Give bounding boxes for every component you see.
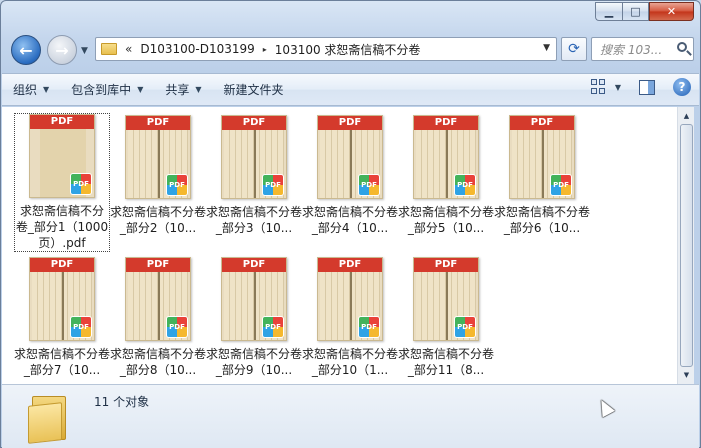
pdf-app-icon: PDF: [454, 316, 476, 338]
file-name: 求恕斋信稿不分卷_部分11（8...: [398, 347, 495, 377]
include-in-library-label: 包含到库中: [71, 83, 132, 97]
preview-pane-icon[interactable]: [639, 79, 655, 95]
pdf-thumbnail: PDF PDF: [221, 115, 287, 199]
scroll-down-arrow-icon[interactable]: ▼: [679, 367, 694, 383]
new-folder-button[interactable]: 新建文件夹: [213, 77, 295, 103]
file-item[interactable]: PDF PDF 求恕斋信稿不分卷_部分2（10...: [110, 115, 206, 236]
pdf-app-icon: PDF: [262, 174, 284, 196]
pdf-app-icon: PDF: [262, 316, 284, 338]
command-toolbar: 组织 ▼ 包含到库中 ▼ 共享 ▼ 新建文件夹 ▼ ?: [2, 73, 699, 106]
pdf-thumbnail: PDF PDF: [413, 257, 479, 341]
pdf-app-icon: PDF: [358, 316, 380, 338]
pdf-app-icon: PDF: [70, 173, 92, 195]
breadcrumb-current[interactable]: 103100 求恕斋信稿不分卷: [275, 41, 421, 58]
breadcrumb-parent[interactable]: D103100-D103199: [140, 42, 254, 56]
search-placeholder: 搜索 103...: [600, 42, 663, 57]
address-dropdown-icon[interactable]: ▼: [543, 43, 550, 53]
file-name: 求恕斋信稿不分卷_部分2（10...: [110, 205, 207, 235]
include-in-library-menu[interactable]: 包含到库中 ▼: [60, 77, 154, 103]
file-list-area[interactable]: PDF PDF 求恕斋信稿不分卷_部分1（1000页）.pdf PDF PDF …: [2, 107, 677, 384]
item-count: 11 个对象: [94, 395, 150, 409]
close-button[interactable]: ✕: [649, 2, 694, 21]
forward-button[interactable]: →: [47, 35, 77, 65]
pdf-thumbnail: PDF PDF: [413, 115, 479, 199]
caption-buttons: ▁ □ ✕: [595, 2, 694, 21]
file-item[interactable]: PDF PDF 求恕斋信稿不分卷_部分4（10...: [302, 115, 398, 236]
file-item[interactable]: PDF PDF 求恕斋信稿不分卷_部分8（10...: [110, 257, 206, 378]
file-name: 求恕斋信稿不分卷_部分1（1000页）.pdf: [15, 204, 109, 250]
maximize-button[interactable]: □: [622, 2, 649, 21]
chevron-down-icon: ▼: [195, 85, 202, 94]
pdf-thumbnail: PDF PDF: [317, 257, 383, 341]
toolbar-right-group: ▼ ?: [590, 78, 691, 96]
file-name: 求恕斋信稿不分卷_部分5（10...: [398, 205, 495, 235]
view-options-dropdown[interactable]: ▼: [615, 83, 621, 92]
pdf-app-icon: PDF: [454, 174, 476, 196]
back-button[interactable]: ←: [11, 35, 41, 65]
organize-menu[interactable]: 组织 ▼: [2, 77, 60, 103]
organize-label: 组织: [13, 83, 38, 97]
pdf-thumbnail: PDF PDF: [509, 115, 575, 199]
pdf-thumbnail: PDF PDF: [29, 114, 95, 198]
vertical-scrollbar[interactable]: ▲ ▼: [677, 107, 694, 384]
chevron-down-icon: ▼: [137, 85, 144, 94]
pdf-thumbnail: PDF PDF: [221, 257, 287, 341]
search-input[interactable]: 搜索 103...: [591, 37, 694, 61]
file-name: 求恕斋信稿不分卷_部分7（10...: [14, 347, 111, 377]
file-name: 求恕斋信稿不分卷_部分9（10...: [206, 347, 303, 377]
file-item[interactable]: PDF PDF 求恕斋信稿不分卷_部分11（8...: [398, 257, 494, 378]
pdf-app-icon: PDF: [358, 174, 380, 196]
recent-pages-dropdown[interactable]: ▼: [81, 46, 88, 56]
pdf-app-icon: PDF: [550, 174, 572, 196]
file-name: 求恕斋信稿不分卷_部分4（10...: [302, 205, 399, 235]
file-item[interactable]: PDF PDF 求恕斋信稿不分卷_部分5（10...: [398, 115, 494, 236]
file-name: 求恕斋信稿不分卷_部分8（10...: [110, 347, 207, 377]
pdf-thumbnail: PDF PDF: [125, 257, 191, 341]
change-view-icon[interactable]: [590, 79, 611, 95]
file-item[interactable]: PDF PDF 求恕斋信稿不分卷_部分7（10...: [14, 257, 110, 378]
explorer-window: ▁ □ ✕ ← → ▼ « D103100-D103199 ▸ 103100 求…: [0, 0, 701, 448]
details-pane: 11 个对象: [2, 384, 699, 448]
file-item[interactable]: PDF PDF 求恕斋信稿不分卷_部分6（10...: [494, 115, 590, 236]
search-icon[interactable]: [677, 42, 687, 52]
file-item[interactable]: PDF PDF 求恕斋信稿不分卷_部分1（1000页）.pdf: [14, 113, 110, 252]
minimize-button[interactable]: ▁: [595, 2, 622, 21]
breadcrumb-overflow-chevron[interactable]: «: [125, 42, 132, 56]
pdf-app-icon: PDF: [70, 316, 92, 338]
pdf-app-icon: PDF: [166, 174, 188, 196]
navigation-row: ← → ▼ « D103100-D103199 ▸ 103100 求恕斋信稿不分…: [9, 34, 694, 68]
pdf-thumbnail: PDF PDF: [125, 115, 191, 199]
new-folder-label: 新建文件夹: [223, 83, 284, 97]
share-label: 共享: [165, 83, 190, 97]
file-name: 求恕斋信稿不分卷_部分3（10...: [206, 205, 303, 235]
scrollbar-thumb[interactable]: [680, 124, 693, 367]
address-bar[interactable]: « D103100-D103199 ▸ 103100 求恕斋信稿不分卷 ▼: [95, 37, 557, 61]
refresh-button[interactable]: ⟳: [561, 37, 587, 61]
file-name: 求恕斋信稿不分卷_部分10（1...: [302, 347, 399, 377]
scroll-up-arrow-icon[interactable]: ▲: [679, 108, 694, 124]
file-name: 求恕斋信稿不分卷_部分6（10...: [494, 205, 591, 235]
share-menu[interactable]: 共享 ▼: [154, 77, 212, 103]
pdf-thumbnail: PDF PDF: [317, 115, 383, 199]
folder-icon: [101, 43, 117, 55]
folder-icon: [28, 392, 68, 444]
file-item[interactable]: PDF PDF 求恕斋信稿不分卷_部分9（10...: [206, 257, 302, 378]
file-item[interactable]: PDF PDF 求恕斋信稿不分卷_部分10（1...: [302, 257, 398, 378]
pdf-app-icon: PDF: [166, 316, 188, 338]
pdf-thumbnail: PDF PDF: [29, 257, 95, 341]
file-item[interactable]: PDF PDF 求恕斋信稿不分卷_部分3（10...: [206, 115, 302, 236]
chevron-down-icon: ▼: [43, 85, 50, 94]
breadcrumb-separator-icon[interactable]: ▸: [263, 45, 267, 54]
help-icon[interactable]: ?: [673, 78, 691, 96]
